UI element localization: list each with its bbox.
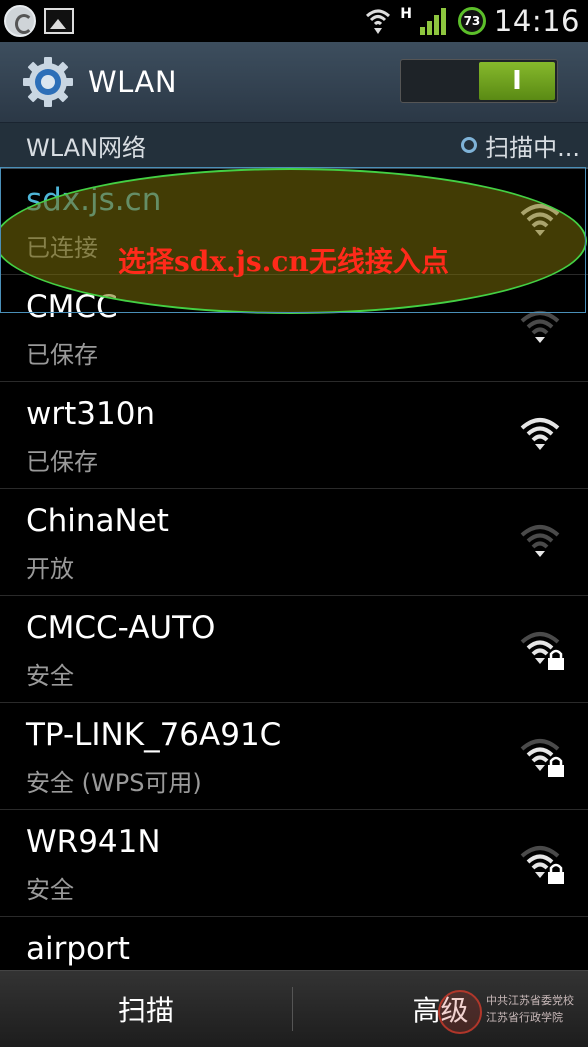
- network-name: CMCC: [26, 289, 118, 325]
- watermark-line2: 江苏省行政学院: [486, 1011, 563, 1024]
- party-school-seal-icon: [438, 990, 482, 1034]
- watermark-line1: 中共江苏省委党校: [486, 994, 574, 1007]
- gallery-notification-icon: [44, 8, 74, 34]
- network-item-cmcc-auto[interactable]: CMCC-AUTO 安全: [0, 596, 588, 703]
- network-name: wrt310n: [26, 396, 156, 432]
- section-title: WLAN网络: [26, 133, 147, 162]
- scanning-spinner-icon: [461, 137, 478, 153]
- network-item-cmcc[interactable]: CMCC 已保存: [0, 275, 588, 382]
- network-name: CMCC-AUTO: [26, 610, 216, 646]
- scan-status-label: 扫描中...: [485, 133, 580, 162]
- network-name: airport: [26, 931, 130, 967]
- wifi-lock-signal-icon: [520, 739, 564, 777]
- network-item-wrt310n[interactable]: wrt310n 已保存: [0, 382, 588, 489]
- browser-app-icon: [4, 5, 36, 37]
- wlan-toggle[interactable]: I: [400, 59, 558, 103]
- network-name: WR941N: [26, 824, 161, 860]
- wifi-signal-icon: [520, 525, 560, 557]
- network-list: sdx.js.cn 已连接 CMCC 已保存 wrt310n 已保存 China…: [0, 168, 588, 1024]
- network-name: sdx.js.cn: [26, 182, 162, 218]
- network-status: 已保存: [26, 341, 98, 369]
- wlan-networks-header: WLAN网络 扫描中...: [0, 123, 588, 169]
- wifi-signal-icon: [520, 311, 560, 343]
- watermark: 中共江苏省委党校 江苏省行政学院: [438, 990, 588, 1042]
- status-bar: H 73 14:16: [0, 0, 588, 42]
- network-name: TP-LINK_76A91C: [26, 717, 282, 753]
- wifi-signal-icon: [520, 418, 560, 450]
- network-type-label: H: [400, 6, 412, 22]
- network-status: 安全: [26, 662, 74, 690]
- network-status: 安全: [26, 876, 74, 904]
- page-title: WLAN: [88, 65, 178, 99]
- battery-icon: 73: [457, 7, 486, 35]
- action-bar: WLAN I: [0, 42, 588, 123]
- network-status: 安全 (WPS可用): [26, 769, 202, 797]
- wlan-toggle-knob[interactable]: I: [479, 62, 555, 100]
- network-name: ChinaNet: [26, 503, 169, 539]
- signal-strength-icon: [419, 7, 450, 35]
- network-item-tp-link[interactable]: TP-LINK_76A91C 安全 (WPS可用): [0, 703, 588, 810]
- network-item-wr941n[interactable]: WR941N 安全: [0, 810, 588, 917]
- wifi-status-icon: [366, 9, 391, 34]
- network-status: 已连接: [26, 234, 98, 262]
- network-item-chinanet[interactable]: ChinaNet 开放: [0, 489, 588, 596]
- annotation-text: 选择sdx.js.cn无线接入点: [118, 245, 449, 278]
- wifi-lock-signal-icon: [520, 632, 564, 670]
- network-status: 开放: [26, 555, 74, 583]
- settings-gear-icon: [23, 57, 73, 107]
- wifi-lock-signal-icon: [520, 846, 564, 884]
- clock: 14:16: [493, 4, 580, 38]
- network-status: 已保存: [26, 448, 98, 476]
- scan-button[interactable]: 扫描: [0, 971, 292, 1047]
- wifi-signal-icon: [520, 204, 560, 236]
- scan-status: 扫描中...: [461, 128, 580, 163]
